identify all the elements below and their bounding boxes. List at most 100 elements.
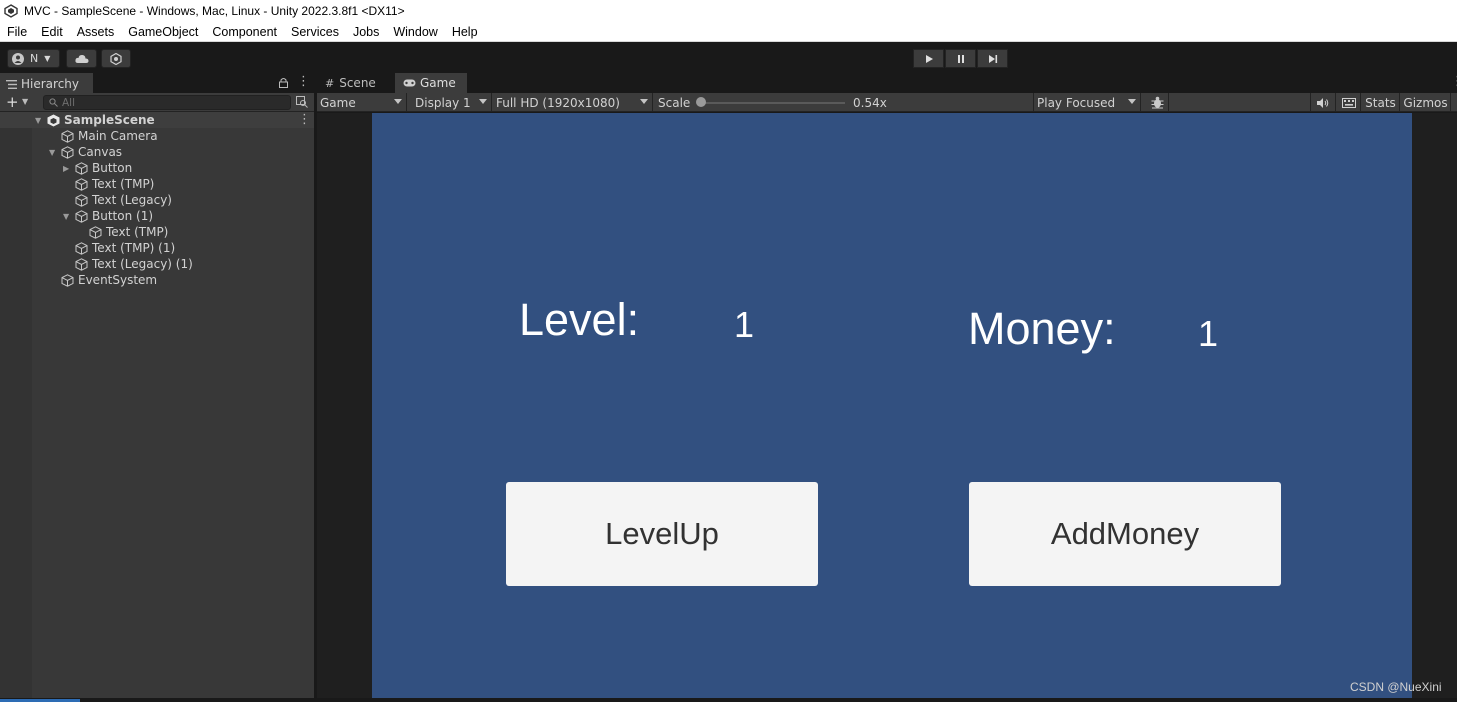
tree-item-eventsystem[interactable]: EventSystem <box>61 272 157 288</box>
menu-assets[interactable]: Assets <box>70 25 122 39</box>
lock-icon[interactable] <box>279 77 288 88</box>
hierarchy-search-row: + ▼ All <box>0 93 314 112</box>
tab-game-label: Game <box>420 76 456 90</box>
tree-item-label: Button (1) <box>92 209 154 223</box>
hierarchy-panel: + ▼ All ▼ SampleScene ⋮ Main Camera ▼ Ca… <box>0 93 314 698</box>
bug-icon <box>1151 96 1163 109</box>
menu-window[interactable]: Window <box>386 25 444 39</box>
tree-item-label: Button <box>92 161 133 175</box>
tree-item-label: Text (TMP) <box>92 177 155 191</box>
chevron-down-icon <box>640 99 648 104</box>
menu-help[interactable]: Help <box>445 25 485 39</box>
tree-item-text-tmp[interactable]: Text (TMP) <box>75 176 154 192</box>
gameobject-cube-icon <box>75 257 88 271</box>
hierarchy-tab-bar: Hierarchy ⋮ <box>0 73 314 93</box>
tree-item-button-1[interactable]: ▼ Button (1) <box>63 208 153 224</box>
menu-jobs[interactable]: Jobs <box>346 25 386 39</box>
display-dropdown[interactable]: Display 1 <box>412 93 492 112</box>
play-mode-label: Play Focused <box>1037 95 1116 110</box>
addmoney-button[interactable]: AddMoney <box>969 482 1281 586</box>
menu-edit[interactable]: Edit <box>34 25 70 39</box>
game-mode-dropdown[interactable]: Game <box>317 93 407 112</box>
tab-game[interactable]: Game <box>395 73 467 93</box>
gizmos-button[interactable]: Gizmos <box>1401 93 1451 112</box>
tree-item-samplescene[interactable]: ▼ SampleScene <box>35 112 155 128</box>
tree-item-text-legacy[interactable]: Text (Legacy) <box>75 192 172 208</box>
add-icon[interactable]: + <box>6 93 19 111</box>
search-icon <box>49 98 58 107</box>
kebab-menu-icon[interactable]: ⋮ <box>297 74 310 89</box>
cloud-button[interactable] <box>66 49 97 68</box>
scale-slider-thumb[interactable] <box>696 97 706 107</box>
menu-services[interactable]: Services <box>284 25 346 39</box>
chevron-down-icon <box>479 99 487 104</box>
tree-item-text-tmp-child[interactable]: Text (TMP) <box>89 224 168 240</box>
resolution-label: Full HD (1920x1080) <box>496 95 620 110</box>
hierarchy-search-input[interactable]: All <box>43 95 291 110</box>
tab-scene-label: Scene <box>339 76 376 90</box>
gamepad-icon <box>403 79 416 87</box>
account-dropdown[interactable]: N ▼ <box>7 49 60 68</box>
menu-component[interactable]: Component <box>205 25 284 39</box>
gizmos-label: Gizmos <box>1403 95 1448 110</box>
tab-scene[interactable]: # Scene <box>317 73 395 93</box>
status-bar <box>0 698 1457 702</box>
chevron-down-icon <box>1128 99 1136 104</box>
speaker-icon <box>1317 97 1329 108</box>
expand-arrow-icon[interactable]: ▼ <box>63 212 73 221</box>
pause-icon <box>957 54 964 63</box>
step-button[interactable] <box>977 49 1008 68</box>
gameobject-cube-icon <box>75 241 88 255</box>
game-canvas <box>372 113 1412 698</box>
collapsed-arrow-icon[interactable]: ▶ <box>63 164 73 173</box>
tree-item-label: Main Camera <box>78 129 158 143</box>
tree-item-label: Text (Legacy) (1) <box>92 257 193 271</box>
tree-item-label: Text (Legacy) <box>92 193 172 207</box>
levelup-button[interactable]: LevelUp <box>506 482 818 586</box>
cloud-icon <box>74 54 88 63</box>
tree-item-text-tmp-1[interactable]: Text (TMP) (1) <box>75 240 175 256</box>
chevron-down-icon <box>394 99 402 104</box>
play-mode-dropdown[interactable]: Play Focused <box>1033 93 1141 112</box>
menu-file[interactable]: File <box>0 25 34 39</box>
collab-button[interactable] <box>101 49 131 68</box>
scale-control: Scale 0.54x <box>655 93 1033 112</box>
window-title: MVC - SampleScene - Windows, Mac, Linux … <box>24 4 405 18</box>
tree-item-label: EventSystem <box>78 273 158 287</box>
chevron-down-icon[interactable]: ▼ <box>22 97 28 106</box>
scale-slider-track[interactable] <box>701 102 845 104</box>
scene-name: SampleScene <box>64 113 155 127</box>
tab-hierarchy[interactable]: Hierarchy <box>0 73 93 93</box>
shortcuts-button[interactable] <box>1337 93 1361 112</box>
debug-button[interactable] <box>1146 93 1169 112</box>
money-value: 1 <box>1198 313 1219 354</box>
tree-item-label: Canvas <box>78 145 123 159</box>
view-menu-icon[interactable]: ⋮ <box>1451 74 1457 89</box>
scene-search-icon[interactable] <box>296 96 308 108</box>
tree-item-label: Text (TMP) (1) <box>92 241 176 255</box>
search-placeholder: All <box>62 96 76 109</box>
tree-item-text-legacy-1[interactable]: Text (Legacy) (1) <box>75 256 193 272</box>
mute-audio-button[interactable] <box>1310 93 1336 112</box>
menu-gameobject[interactable]: GameObject <box>121 25 205 39</box>
main-toolbar: N ▼ <box>0 43 1457 73</box>
play-button[interactable] <box>913 49 944 68</box>
expand-arrow-icon[interactable]: ▼ <box>35 116 45 125</box>
watermark: CSDN @NueXini <box>1350 680 1442 694</box>
tree-item-canvas[interactable]: ▼ Canvas <box>49 144 122 160</box>
stats-button[interactable]: Stats <box>1362 93 1400 112</box>
grid-icon: # <box>325 76 335 90</box>
money-label: Money: <box>968 303 1116 354</box>
tree-item-main-camera[interactable]: Main Camera <box>61 128 158 144</box>
tree-item-button[interactable]: ▶ Button <box>63 160 132 176</box>
scene-menu-icon[interactable]: ⋮ <box>298 112 311 127</box>
gameobject-cube-icon <box>75 177 88 191</box>
pause-button[interactable] <box>945 49 976 68</box>
chevron-down-icon: ▼ <box>44 54 51 63</box>
gameobject-cube-icon <box>75 193 88 207</box>
level-label: Level: <box>519 294 640 345</box>
resolution-dropdown[interactable]: Full HD (1920x1080) <box>493 93 653 112</box>
expand-arrow-icon[interactable]: ▼ <box>49 148 59 157</box>
unity-logo-icon <box>4 4 18 18</box>
account-label: N <box>30 52 39 65</box>
